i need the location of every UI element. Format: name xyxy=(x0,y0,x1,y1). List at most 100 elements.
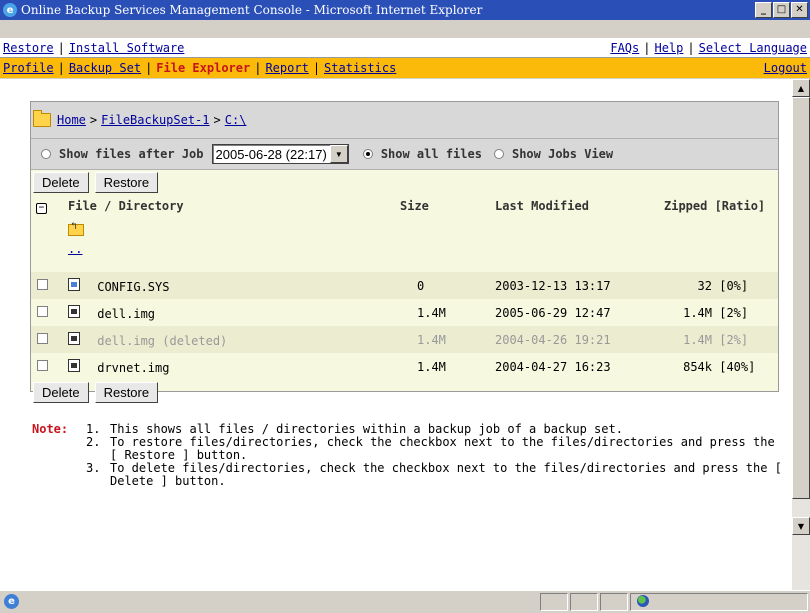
table-row: dell.img 1.4M 2005-06-29 12:47 1.4M [2%] xyxy=(31,299,778,326)
nav-separator: | xyxy=(254,61,262,75)
file-ratio: [40%] xyxy=(719,359,756,374)
breadcrumb-separator: > xyxy=(89,113,98,127)
nav-restore-link[interactable]: Restore xyxy=(3,41,54,55)
breadcrumb-drive-link[interactable]: C:\ xyxy=(225,113,247,127)
delete-button[interactable]: Delete xyxy=(33,171,89,193)
show-all-files-label: Show all files xyxy=(380,147,482,161)
column-header-modified: Last Modified xyxy=(495,199,589,213)
row-checkbox[interactable] xyxy=(37,278,48,290)
scrollbar-thumb[interactable] xyxy=(792,97,810,499)
job-select[interactable]: 2005-06-28 (22:17) ▼ xyxy=(211,144,349,164)
file-size: 1.4M xyxy=(417,359,446,374)
status-pane xyxy=(540,593,568,611)
note-number: 3. xyxy=(86,461,101,475)
restore-button[interactable]: Restore xyxy=(94,171,159,193)
delete-button[interactable]: Delete xyxy=(33,381,89,403)
note-text: To restore files/directories, check the … xyxy=(110,435,775,462)
image-file-icon xyxy=(68,358,80,372)
dropdown-arrow-icon[interactable]: ▼ xyxy=(329,145,348,163)
nav-separator: | xyxy=(57,61,65,75)
file-explorer-panel: Home > FileBackupSet-1 > C:\ Show files … xyxy=(30,101,779,403)
note-number: 2. xyxy=(86,435,101,449)
nav-separator: | xyxy=(643,40,651,55)
file-name[interactable]: drvnet.img xyxy=(97,361,169,375)
restore-button[interactable]: Restore xyxy=(94,381,159,403)
column-header-file: File / Directory xyxy=(68,199,184,213)
column-header-zipped: Zipped [Ratio] xyxy=(664,199,766,213)
nav-file-explorer-link[interactable]: File Explorer xyxy=(156,61,250,75)
breadcrumb-backup-set-link[interactable]: FileBackupSet-1 xyxy=(101,113,209,127)
file-name[interactable]: dell.img (deleted) xyxy=(97,334,227,348)
row-checkbox[interactable] xyxy=(37,332,48,344)
nav-select-language-link[interactable]: Select Language xyxy=(699,41,807,55)
window-title: Online Backup Services Management Consol… xyxy=(21,3,483,17)
nav-statistics-link[interactable]: Statistics xyxy=(324,61,396,75)
page-content: Home > FileBackupSet-1 > C:\ Show files … xyxy=(0,79,792,590)
row-checkbox[interactable] xyxy=(37,305,48,317)
note-text: To delete files/directories, check the c… xyxy=(110,461,782,488)
nav-separator: | xyxy=(312,61,321,75)
status-bar: e xyxy=(0,590,810,613)
nav-separator: | xyxy=(145,61,153,75)
file-zipped: 1.4M xyxy=(683,332,712,347)
nav-backup-set-link[interactable]: Backup Set xyxy=(69,61,141,75)
file-name[interactable]: dell.img xyxy=(97,307,155,321)
nav-help-link[interactable]: Help xyxy=(654,41,683,55)
nav-separator: | xyxy=(687,40,695,55)
view-filter-bar: Show files after Job 2005-06-28 (22:17) … xyxy=(31,139,778,170)
table-row: dell.img (deleted) 1.4M 2004-04-26 19:21… xyxy=(31,326,778,353)
nav-profile-link[interactable]: Profile xyxy=(3,61,54,75)
show-jobs-view-radio[interactable] xyxy=(493,149,504,159)
image-file-icon xyxy=(68,304,80,318)
breadcrumb-home-link[interactable]: Home xyxy=(57,113,86,127)
nav-install-software-link[interactable]: Install Software xyxy=(69,41,185,55)
file-modified: 2004-04-27 16:23 xyxy=(495,359,611,374)
file-zipped: 1.4M xyxy=(683,305,712,320)
file-modified: 2004-04-26 19:21 xyxy=(481,326,656,353)
note-list: 1. This shows all files / directories wit… xyxy=(86,423,786,488)
scroll-down-icon[interactable]: ▼ xyxy=(792,517,810,535)
column-header-size: Size xyxy=(400,199,429,213)
table-header-row: − File / Directory Size Last Modified Zi… xyxy=(31,194,778,218)
collapse-icon[interactable]: − xyxy=(36,202,47,214)
nav-report-link[interactable]: Report xyxy=(265,61,308,75)
window-titlebar: e Online Backup Services Management Cons… xyxy=(0,0,810,20)
vertical-scrollbar[interactable]: ▲ ▼ xyxy=(792,79,810,590)
file-ratio: [2%] xyxy=(719,332,749,347)
minimize-button[interactable]: _ xyxy=(755,2,772,18)
parent-directory-row xyxy=(31,218,778,245)
row-checkbox[interactable] xyxy=(37,359,48,371)
file-name[interactable]: CONFIG.SYS xyxy=(97,280,169,294)
note-item: 3. To delete files/directories, check the… xyxy=(86,462,786,488)
file-modified: 2003-12-13 13:17 xyxy=(481,272,656,299)
status-pane xyxy=(600,593,628,611)
file-ratio: [0%] xyxy=(719,278,749,293)
file-ratio: [2%] xyxy=(719,305,749,320)
file-size: 0 xyxy=(399,272,481,299)
status-pane xyxy=(570,593,598,611)
nav-faqs-link[interactable]: FAQs xyxy=(610,41,639,55)
file-modified: 2005-06-29 12:47 xyxy=(495,305,611,320)
table-row: CONFIG.SYS 0 2003-12-13 13:17 32 [0%] xyxy=(31,272,778,299)
utility-nav: Restore | Install Software FAQs | Help | Selec… xyxy=(0,38,810,58)
table-row: drvnet.img 1.4M 2004-04-27 16:23 854k [4… xyxy=(31,353,778,380)
breadcrumb-separator: > xyxy=(213,113,221,127)
internet-explorer-icon: e xyxy=(3,3,17,17)
system-file-icon xyxy=(68,277,80,291)
file-zipped: 854k xyxy=(683,359,712,374)
file-size: 1.4M xyxy=(399,326,481,353)
up-folder-icon[interactable] xyxy=(68,221,84,236)
show-after-job-radio[interactable] xyxy=(41,149,51,159)
note-item: 2. To restore files/directories, check th… xyxy=(86,436,786,462)
job-select-value: 2005-06-28 (22:17) xyxy=(215,146,327,162)
folder-icon xyxy=(33,110,51,127)
parent-directory-link[interactable]: .. xyxy=(68,242,82,256)
scroll-up-icon[interactable]: ▲ xyxy=(792,79,810,97)
note-label: Note: xyxy=(32,422,69,436)
show-all-files-radio[interactable] xyxy=(362,149,373,159)
close-button[interactable]: ✕ xyxy=(791,2,808,18)
status-zone-pane xyxy=(630,593,808,611)
maximize-button[interactable]: □ xyxy=(773,2,790,18)
logout-link[interactable]: Logout xyxy=(764,61,807,75)
page-status-icon: e xyxy=(4,594,19,609)
